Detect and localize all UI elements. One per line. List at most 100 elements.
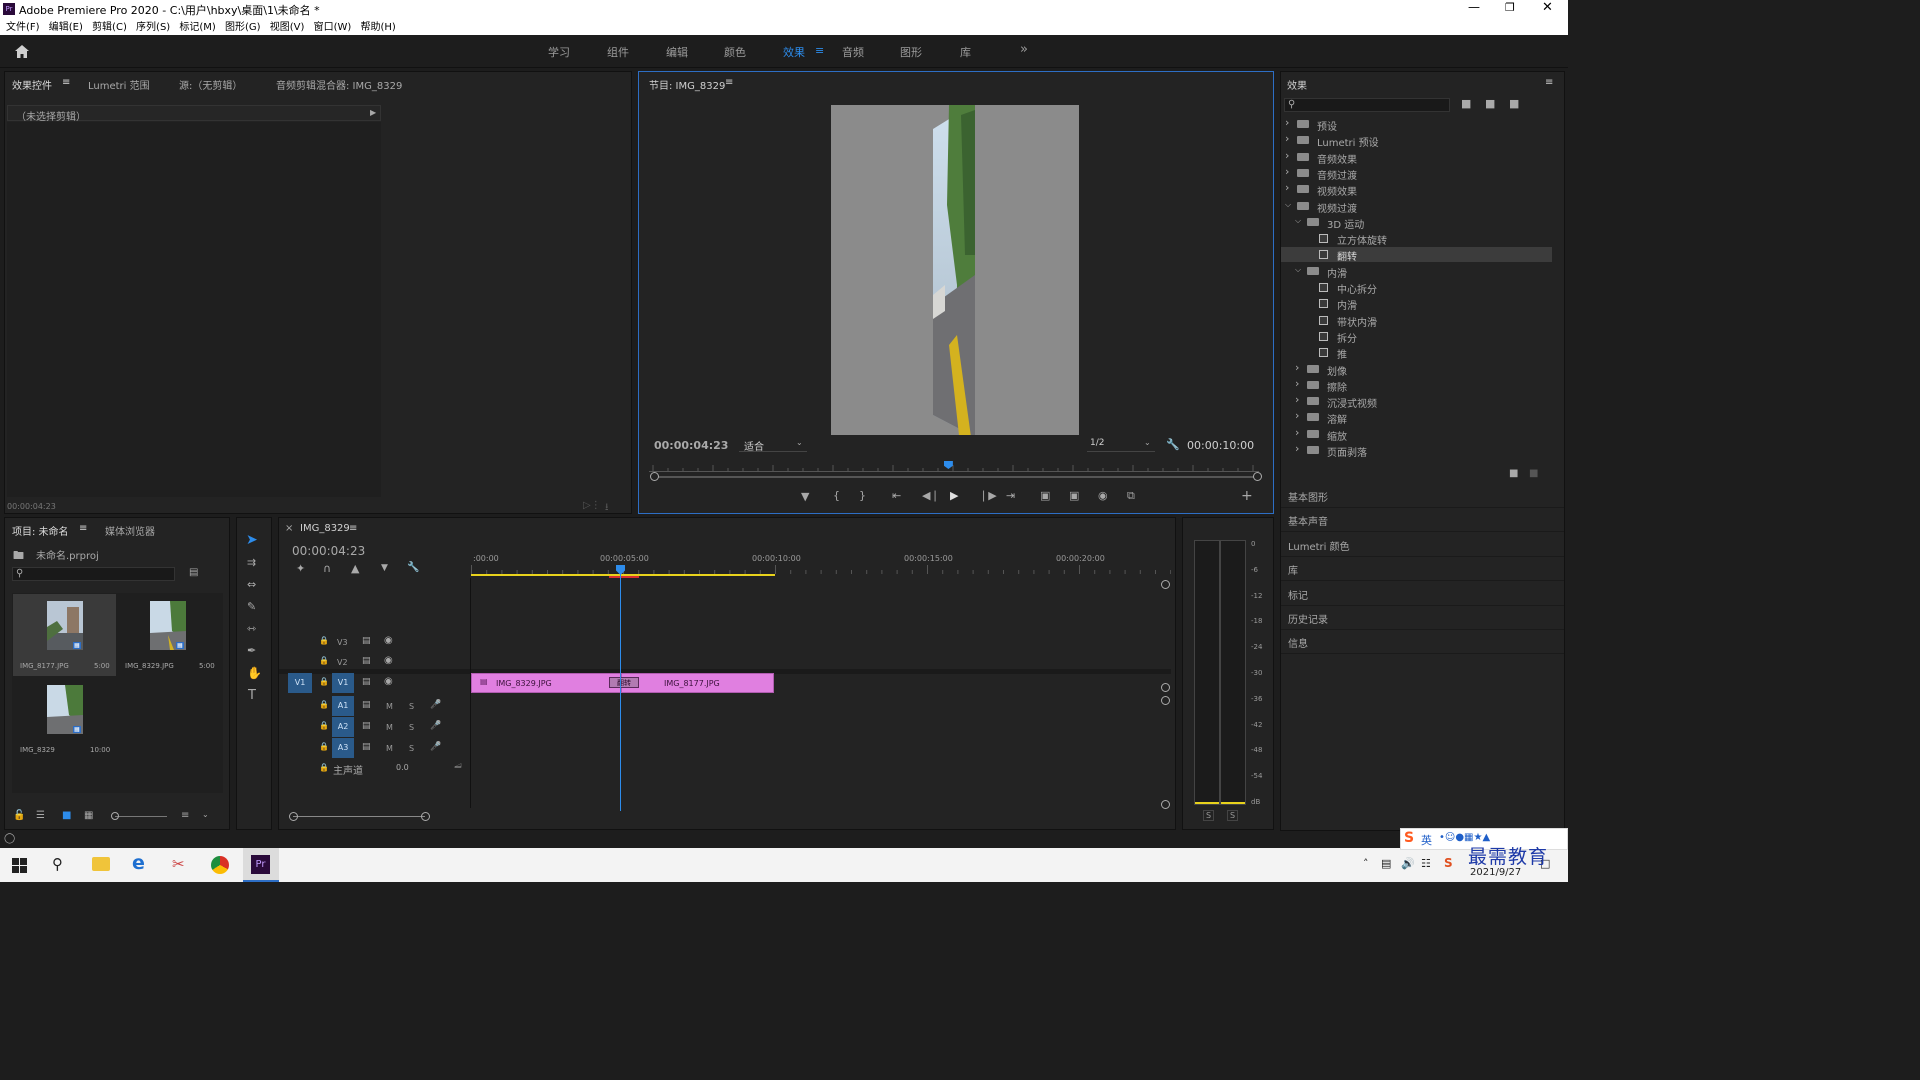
effect-folder[interactable]: ⌵ 视频过渡 [1281, 199, 1552, 215]
icon-view-icon[interactable]: ■ [62, 810, 71, 821]
edge-browser-icon[interactable]: e [132, 852, 145, 874]
go-to-out-icon[interactable]: ⇥ [1006, 489, 1015, 502]
menu-help[interactable]: 帮助(H) [361, 22, 396, 33]
fit-dropdown[interactable]: 适合 ⌄ [739, 437, 807, 453]
chevron-down-icon[interactable]: ⌵ [1295, 265, 1301, 275]
zoom-handle-left[interactable] [650, 472, 659, 481]
tray-chevron-icon[interactable]: ˄ [1363, 857, 1369, 870]
solo-right-button[interactable]: S [1227, 810, 1239, 821]
lock-icon[interactable]: 🔒 [319, 763, 329, 772]
ripple-edit-tool-icon[interactable]: ⇔ [247, 578, 256, 591]
zoom-slider-handle[interactable] [111, 812, 119, 820]
menu-file[interactable]: 文件(F) [6, 22, 40, 33]
menu-graphics[interactable]: 图形(G) [225, 22, 261, 33]
network-icon[interactable]: ▤ [1381, 857, 1391, 870]
scroll-handle[interactable] [1161, 683, 1170, 692]
source-patch-v1[interactable]: V1 [288, 673, 312, 693]
nest-icon[interactable]: ✦ [296, 562, 305, 575]
chevron-down-icon[interactable]: ⌵ [1295, 216, 1301, 226]
panel-section[interactable]: 库 [1281, 557, 1564, 582]
delete-icon[interactable]: ■ [1529, 468, 1538, 479]
scroll-handle[interactable] [289, 812, 298, 821]
add-marker-icon[interactable]: ▼ [381, 563, 388, 573]
effect-folder[interactable]: › 视频效果 [1281, 181, 1552, 198]
add-marker-icon[interactable]: ▼ [801, 490, 809, 503]
zoom-scrollbar[interactable] [651, 476, 1259, 478]
volume-icon[interactable]: 🔊 [1401, 857, 1415, 870]
sync-lock-icon[interactable]: ▤ [362, 700, 371, 710]
horizontal-scrollbar[interactable] [293, 816, 425, 817]
effect-folder[interactable]: › 擦除 [1281, 377, 1552, 394]
panel-section[interactable]: Lumetri 颜色 [1281, 533, 1564, 557]
chevron-right-icon[interactable]: › [1285, 165, 1289, 178]
chevron-right-icon[interactable]: › [1295, 442, 1299, 455]
windows-start-icon[interactable] [12, 858, 27, 873]
track-label[interactable]: V2 [337, 658, 348, 667]
lock-icon[interactable]: 🔒 [319, 656, 329, 665]
wrench-icon[interactable]: 🔧 [407, 562, 419, 573]
step-back-icon[interactable]: ◀❘ [922, 489, 940, 502]
play-icon[interactable]: ▶ [950, 489, 958, 502]
effect-item[interactable]: 中心拆分 [1281, 280, 1552, 296]
selection-tool-icon[interactable]: ➤ [246, 532, 258, 548]
more-workspaces-icon[interactable]: » [1020, 42, 1028, 57]
track-target-a2[interactable]: A2 [332, 717, 354, 737]
track-target-a1[interactable]: A1 [332, 696, 354, 716]
zoom-handle-right[interactable] [1253, 472, 1262, 481]
zoom-slider[interactable] [115, 816, 167, 817]
sort-icon[interactable]: ≡ [181, 810, 189, 821]
panel-section[interactable]: 标记 [1281, 582, 1564, 606]
scroll-handle[interactable] [1161, 580, 1170, 589]
sync-lock-icon[interactable]: ▤ [362, 742, 371, 752]
tab-source[interactable]: 源:（无剪辑） [179, 77, 242, 92]
media-item[interactable]: ▦ IMG_8177.JPG 5:00 [13, 594, 116, 676]
effect-item[interactable]: 拆分 [1281, 329, 1552, 345]
mark-out-icon[interactable]: } [859, 489, 866, 502]
snap-icon[interactable]: ∩ [323, 562, 331, 575]
panel-menu-icon[interactable]: ≡ [62, 77, 70, 88]
timeline-timecode[interactable]: 00:00:04:23 [292, 544, 365, 558]
solo-left-button[interactable]: S [1203, 810, 1215, 821]
chevron-right-icon[interactable]: › [1295, 361, 1299, 374]
lock-icon[interactable]: 🔒 [319, 742, 329, 751]
lift-icon[interactable]: ▣ [1040, 489, 1050, 502]
eye-icon[interactable]: ◉ [384, 635, 393, 646]
microphone-icon[interactable]: 🎤 [430, 742, 441, 752]
media-item[interactable]: ▦ IMG_8329.JPG 5:00 [118, 594, 221, 676]
effect-item[interactable]: 内滑 [1281, 296, 1552, 312]
chevron-down-icon[interactable]: ⌵ [1285, 200, 1291, 210]
microphone-icon[interactable]: 🎤 [430, 721, 441, 731]
extract-icon[interactable]: ▣ [1069, 489, 1079, 502]
time-ruler[interactable]: :00:00 00:00:05:00 00:00:10:00 00:00:15:… [471, 551, 1171, 579]
effect-folder[interactable]: › 溶解 [1281, 409, 1552, 426]
snipping-tool-icon[interactable]: ✂ [172, 855, 185, 873]
effect-folder[interactable]: › Lumetri 预设 [1281, 132, 1552, 149]
project-menu-icon[interactable]: ≡ [79, 523, 87, 534]
sync-lock-icon[interactable]: ▤ [362, 636, 371, 646]
transition-block[interactable]: 翻转 [609, 677, 639, 688]
pen-tool-icon[interactable]: ✒ [247, 644, 256, 657]
sequence-tab[interactable]: IMG_8329 [300, 523, 350, 534]
menu-sequence[interactable]: 序列(S) [136, 22, 170, 33]
program-ruler[interactable] [649, 460, 1259, 472]
premiere-taskbar-icon[interactable]: Pr [243, 848, 279, 882]
effect-folder[interactable]: › 划像 [1281, 361, 1552, 378]
freeform-view-icon[interactable]: ▦ [84, 810, 93, 821]
chevron-right-icon[interactable]: › [1295, 377, 1299, 390]
export-frame-icon[interactable]: ▷⋮ [583, 500, 601, 511]
effect-folder[interactable]: ⌵ 内滑 [1281, 264, 1552, 280]
menu-marker[interactable]: 标记(M) [179, 22, 215, 33]
tab-media-browser[interactable]: 媒体浏览器 [105, 523, 155, 538]
effect-folder[interactable]: ⌵ 3D 运动 [1281, 215, 1552, 231]
solo-button[interactable]: S [409, 702, 414, 711]
close-icon[interactable]: ✕ [1542, 0, 1553, 15]
scroll-handle[interactable] [421, 812, 430, 821]
chevron-right-icon[interactable]: › [1295, 393, 1299, 406]
chrome-icon[interactable] [211, 856, 229, 874]
resolution-dropdown[interactable]: 1/2 ⌄ [1087, 437, 1155, 452]
tab-effect-controls[interactable]: 效果控件 [12, 77, 52, 92]
sogou-icon[interactable]: S [1444, 856, 1453, 870]
wrench-icon[interactable]: 🔧 [1166, 438, 1180, 451]
razor-tool-icon[interactable]: ✎ [247, 600, 256, 613]
32bit-effects-icon[interactable]: ■ [1485, 97, 1495, 110]
